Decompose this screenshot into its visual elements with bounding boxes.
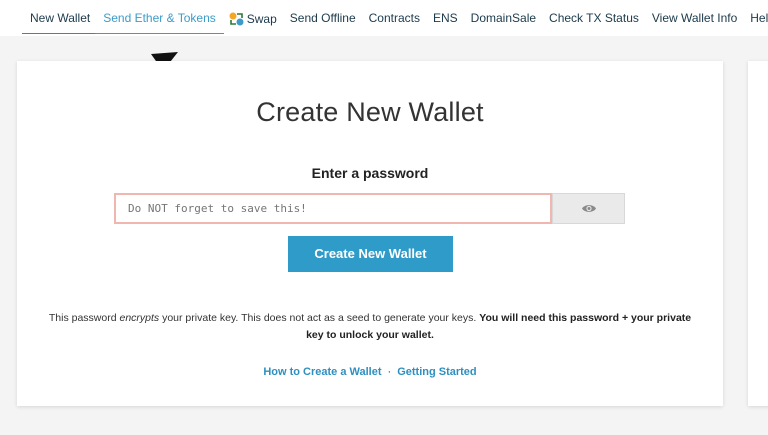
nav-item-label: ENS [432, 11, 458, 25]
note-text: your private key. This does not act as a… [159, 312, 480, 324]
page: New Wallet Send Ether & Tokens Swap Send… [0, 0, 768, 435]
eye-icon [581, 205, 596, 212]
nav-item-send-offline[interactable]: Send Offline [290, 0, 356, 36]
page-title: Create New Wallet [256, 97, 484, 127]
nav-item-contracts[interactable]: Contracts [369, 0, 420, 36]
help-links: How to Create a Wallet · Getting Started [17, 366, 723, 378]
note-emphasis: encrypts [119, 312, 160, 324]
how-to-create-wallet-link[interactable]: How to Create a Wallet [263, 366, 381, 378]
nav-item-label: Send Offline [289, 11, 356, 25]
password-label: Enter a password [311, 165, 429, 181]
nav-item-view-wallet-info[interactable]: View Wallet Info [652, 0, 737, 36]
side-card [748, 61, 768, 406]
create-new-wallet-button[interactable]: Create New Wallet [288, 236, 453, 272]
toggle-password-visibility-button[interactable] [552, 193, 625, 224]
nav-item-check-tx-status[interactable]: Check TX Status [549, 0, 639, 36]
nav-item-ens[interactable]: ENS [433, 0, 458, 36]
getting-started-link[interactable]: Getting Started [397, 366, 476, 378]
top-nav: New Wallet Send Ether & Tokens Swap Send… [0, 0, 768, 36]
link-separator: · [387, 366, 392, 378]
nav-item-send-ether-tokens[interactable]: Send Ether & Tokens [95, 0, 224, 36]
password-info-note: This password encrypts your private key.… [17, 310, 723, 344]
nav-item-label: Check TX Status [549, 11, 639, 25]
nav-item-label: Contracts [368, 11, 420, 25]
note-bold: key to unlock your wallet. [306, 329, 434, 341]
password-input[interactable] [114, 193, 552, 224]
nav-item-label: View Wallet Info [651, 11, 738, 25]
nav-item-new-wallet[interactable]: New Wallet [21, 0, 99, 36]
nav-item-label: Send Ether & Tokens [103, 11, 216, 25]
nav-item-label: DomainSale [470, 11, 537, 25]
nav-item-help[interactable]: Help [750, 0, 768, 36]
create-wallet-card: Create New Wallet Enter a password Creat… [17, 61, 723, 406]
nav-item-swap[interactable]: Swap [229, 0, 277, 36]
note-text: This password [48, 312, 120, 324]
nav-item-domainsale[interactable]: DomainSale [471, 0, 536, 36]
nav-item-label: Swap [246, 12, 277, 26]
swap-icon [229, 12, 244, 26]
nav-item-label: Help [750, 11, 768, 25]
note-bold: You will need this password + your priva… [479, 312, 692, 324]
nav-item-label: New Wallet [30, 11, 91, 25]
